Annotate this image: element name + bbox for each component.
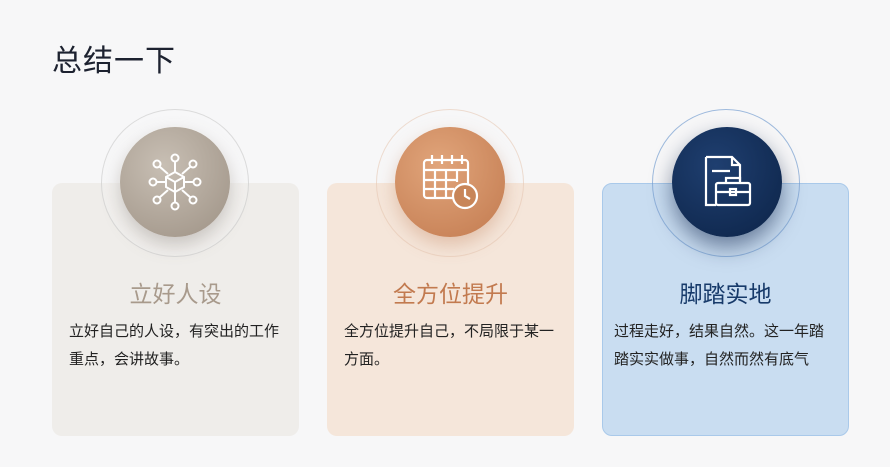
- icon-badge: [395, 127, 505, 237]
- calendar-clock-icon: [422, 155, 479, 210]
- card-heading-grounded: 脚踏实地: [679, 282, 772, 308]
- briefcase-document-icon: [704, 155, 752, 207]
- card-heading-improve: 全方位提升: [393, 282, 508, 308]
- network-cube-icon: [148, 153, 202, 211]
- card-body-grounded: 过程走好，结果自然。这一年踏踏实实做事，自然而然有底气: [614, 322, 825, 368]
- card-heading-persona: 立好人设: [129, 282, 222, 308]
- icon-badge: [120, 127, 230, 237]
- page-title: 总结一下: [52, 44, 176, 79]
- card-body-persona: 立好自己的人设，有突出的工作重点，会讲故事。: [69, 322, 280, 368]
- card-body-improve: 全方位提升自己，不局限于某一方面。: [344, 322, 555, 368]
- icon-badge: [672, 127, 782, 237]
